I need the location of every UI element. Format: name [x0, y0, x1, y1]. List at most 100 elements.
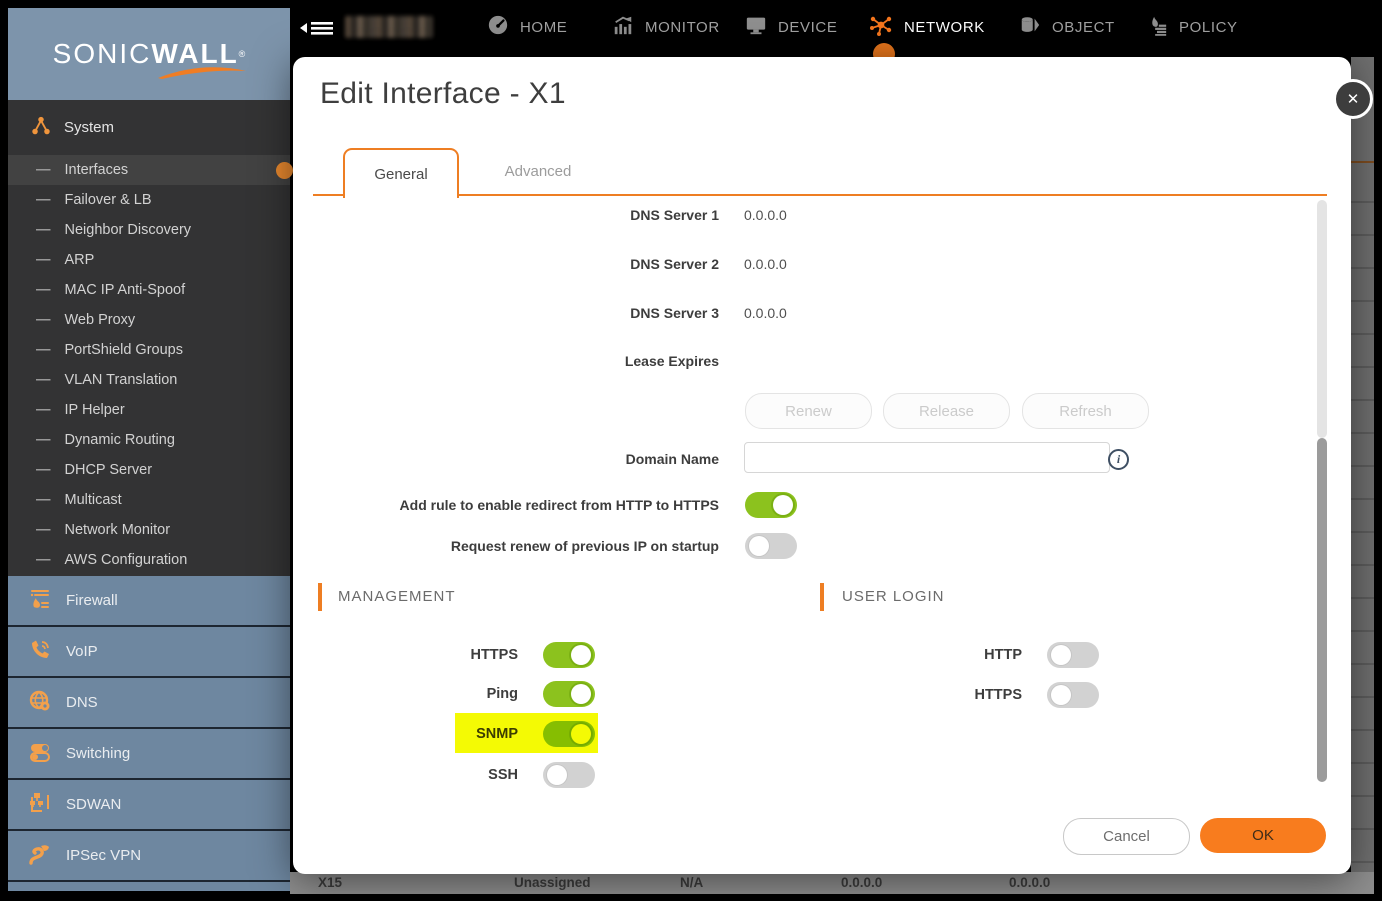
dns-server-2-value: 0.0.0.0 [744, 256, 787, 272]
bg-cell-mask: 0.0.0.0 [1009, 875, 1051, 890]
sidebar-item-firewall[interactable]: Firewall [8, 576, 290, 625]
close-dialog-button[interactable]: ✕ [1333, 79, 1373, 119]
info-icon[interactable]: i [1108, 449, 1129, 470]
nav-device-label: DEVICE [778, 18, 838, 36]
dns-icon [28, 689, 52, 717]
https-mgmt-toggle[interactable] [543, 642, 595, 668]
sidebar-item-ipsec-vpn[interactable]: IPSec VPN [8, 831, 290, 880]
nav-object-label: OBJECT [1052, 18, 1115, 36]
http-user-login-toggle[interactable] [1047, 642, 1099, 668]
sidebar-item-network-monitor[interactable]: — Network Monitor [8, 515, 290, 545]
sidebar-sections: Firewall VoIP DNS Switching SDWAN IPSec … [8, 576, 290, 891]
dimmed-table-right-edge [1351, 57, 1374, 894]
request-renew-ip-toggle[interactable] [745, 533, 797, 559]
snmp-mgmt-toggle[interactable] [543, 721, 595, 747]
ssh-mgmt-label: SSH [488, 767, 518, 783]
bg-cell-name: X15 [318, 875, 343, 890]
dns-server-1-label: DNS Server 1 [630, 207, 719, 223]
tab-underline [313, 194, 1327, 196]
device-icon [745, 14, 767, 41]
tab-advanced[interactable]: Advanced [473, 148, 603, 194]
redirect-toggle-label: Add rule to enable redirect from HTTP to… [399, 497, 719, 513]
snmp-mgmt-label: SNMP [476, 726, 518, 742]
sidebar-item-interfaces[interactable]: — Interfaces [8, 155, 293, 185]
renew-button[interactable]: Renew [745, 393, 872, 429]
sidebar-item-dns[interactable]: DNS [8, 678, 290, 727]
domain-name-label: Domain Name [625, 451, 719, 467]
https-user-login-toggle[interactable] [1047, 682, 1099, 708]
sidebar: SONICWALL ® System — Interfaces — Failover … [8, 8, 293, 894]
collapse-sidebar-icon[interactable] [299, 17, 335, 39]
network-icon [869, 13, 893, 42]
dialog-scrollbar-thumb[interactable] [1317, 438, 1327, 782]
sidebar-item-multicast[interactable]: — Multicast [8, 485, 290, 515]
app-window: HOME MONITOR DEVICE NETWORK OBJECT POLIC… [0, 0, 1382, 901]
dash-icon: — [36, 372, 50, 388]
toggle-knob [547, 765, 567, 785]
nav-object[interactable]: OBJECT [1019, 14, 1115, 40]
bg-cell-group: N/A [680, 875, 704, 890]
toggle-knob [1051, 645, 1071, 665]
nav-policy-label: POLICY [1179, 18, 1238, 36]
ok-button[interactable]: OK [1200, 818, 1326, 853]
renew-ip-toggle-label: Request renew of previous IP on startup [450, 538, 719, 554]
sidebar-item-vlan-translation[interactable]: — VLAN Translation [8, 365, 290, 395]
switching-icon [28, 740, 52, 768]
dash-icon: — [36, 462, 50, 478]
cancel-button[interactable]: Cancel [1063, 818, 1190, 855]
sidebar-item-aws-configuration[interactable]: — AWS Configuration [8, 545, 290, 575]
dash-icon: — [36, 342, 50, 358]
domain-name-input[interactable] [744, 442, 1110, 473]
object-icon [1019, 14, 1041, 41]
dash-icon: — [36, 492, 50, 508]
sdwan-icon [28, 791, 52, 819]
lease-expires-label: Lease Expires [624, 353, 719, 369]
sidebar-item-mac-ip-anti-spoof[interactable]: — MAC IP Anti-Spoof [8, 275, 290, 305]
sidebar-item-sdwan[interactable]: SDWAN [8, 780, 290, 829]
dns-server-2-label: DNS Server 2 [630, 256, 719, 272]
toggle-knob [1051, 685, 1071, 705]
nav-monitor[interactable]: MONITOR [612, 14, 720, 40]
ssh-mgmt-toggle[interactable] [543, 762, 595, 788]
dash-icon: — [36, 222, 50, 238]
voip-icon [28, 638, 52, 666]
sidebar-item-ip-helper[interactable]: — IP Helper [8, 395, 290, 425]
tab-general[interactable]: General [343, 148, 459, 198]
release-button[interactable]: Release [883, 393, 1010, 429]
sidebar-item-arp[interactable]: — ARP [8, 245, 290, 275]
sidebar-item-portshield-groups[interactable]: — PortShield Groups [8, 335, 290, 365]
toggle-knob [571, 724, 591, 744]
nav-policy[interactable]: POLICY [1146, 14, 1238, 40]
dialog-scrollbar-track[interactable] [1317, 200, 1327, 438]
policy-icon [1146, 14, 1168, 41]
dash-icon: — [36, 522, 50, 538]
sidebar-subnav: — Interfaces — Failover & LB — Neighbor Dis… [8, 155, 293, 575]
close-icon: ✕ [1346, 91, 1360, 108]
bg-cell-ip: 0.0.0.0 [841, 875, 883, 890]
ipsec-vpn-icon [28, 842, 52, 870]
sidebar-item-switching[interactable]: Switching [8, 729, 290, 778]
sidebar-item-failover-lb[interactable]: — Failover & LB [8, 185, 290, 215]
sidebar-item-dynamic-routing[interactable]: — Dynamic Routing [8, 425, 290, 455]
nav-network-label: NETWORK [904, 18, 985, 36]
nav-network[interactable]: NETWORK [869, 14, 985, 40]
sidebar-item-system[interactable]: System [8, 100, 290, 155]
redirect-http-https-toggle[interactable] [745, 492, 797, 518]
nav-device[interactable]: DEVICE [745, 14, 837, 40]
refresh-button[interactable]: Refresh [1022, 393, 1149, 429]
toggle-knob [571, 684, 591, 704]
dash-icon: — [36, 552, 50, 568]
dash-icon: — [36, 402, 50, 418]
user-login-section-title: USER LOGIN [842, 588, 945, 605]
nav-home[interactable]: HOME [487, 14, 567, 40]
ping-mgmt-toggle[interactable] [543, 681, 595, 707]
sidebar-item-voip[interactable]: VoIP [8, 627, 290, 676]
sidebar-item-neighbor-discovery[interactable]: — Neighbor Discovery [8, 215, 290, 245]
firewall-icon [28, 587, 52, 615]
monitor-icon [612, 14, 634, 41]
sidebar-system-label: System [64, 119, 115, 136]
sidebar-item-web-proxy[interactable]: — Web Proxy [8, 305, 290, 335]
ping-mgmt-label: Ping [486, 686, 518, 702]
user-login-section-bar [820, 583, 824, 611]
sidebar-item-dhcp-server[interactable]: — DHCP Server [8, 455, 290, 485]
